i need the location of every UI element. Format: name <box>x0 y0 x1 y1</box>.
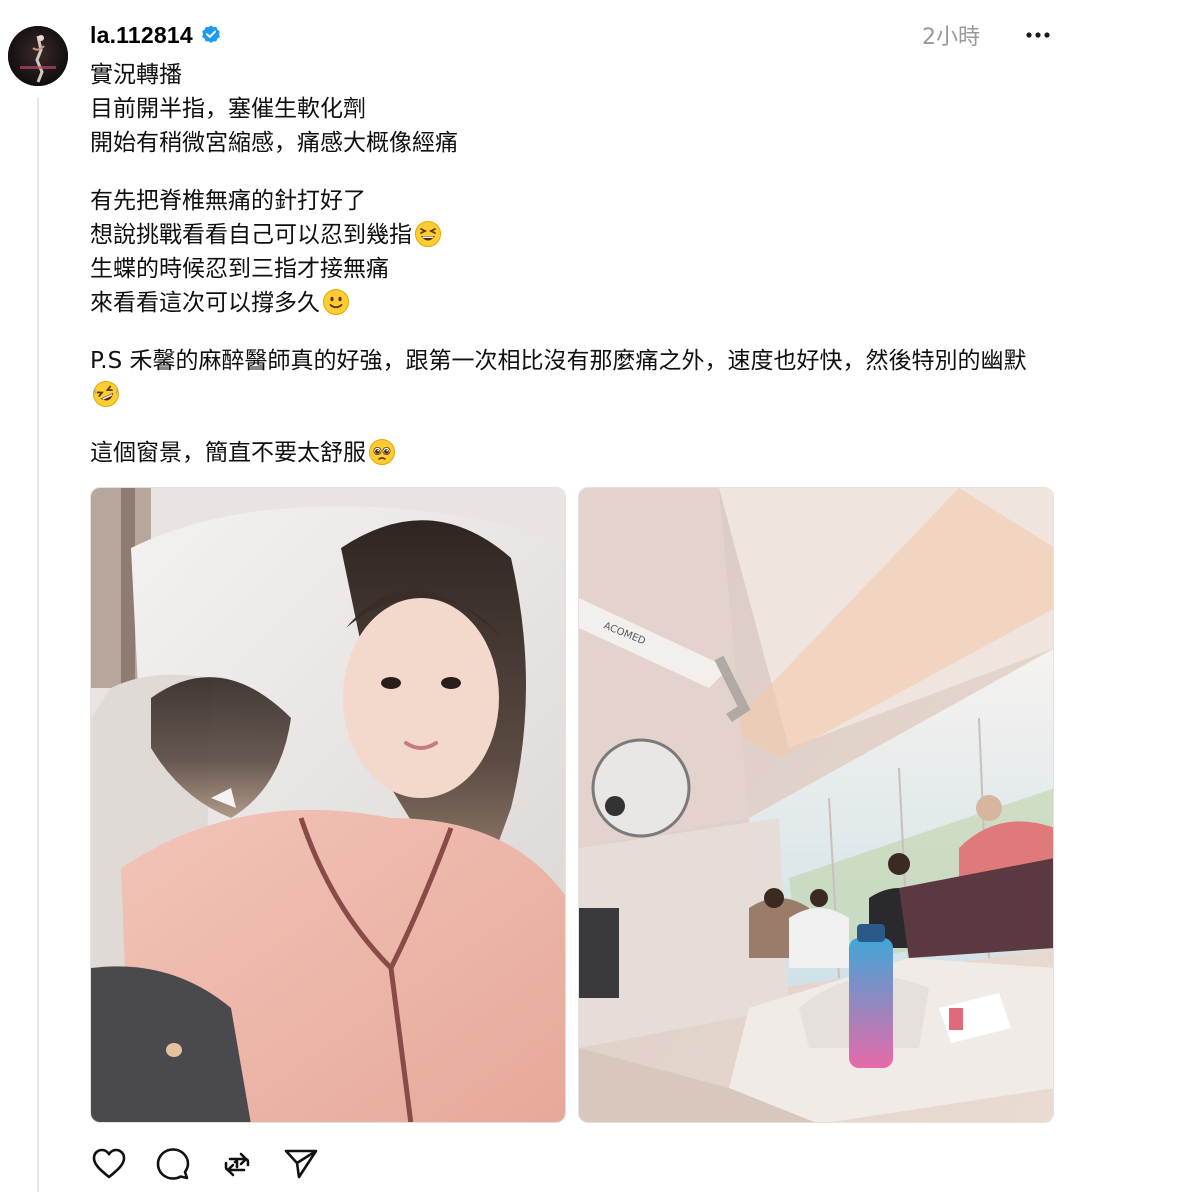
paragraph-3: P.S 禾馨的麻醉醫師真的好強，跟第一次相比沒有那麼痛之外，速度也好快，然後特別… <box>90 344 1050 412</box>
verified-badge-icon <box>200 24 222 46</box>
thread-line <box>37 98 39 1192</box>
slightly-smiling-face-icon <box>322 288 350 316</box>
text-line: P.S 禾馨的麻醉醫師真的好強，跟第一次相比沒有那麼痛之外，速度也好快，然後特別… <box>90 348 1027 374</box>
more-options-icon[interactable] <box>1020 20 1056 50</box>
pleading-face-icon <box>368 438 396 466</box>
text-line: 開始有稍微宮縮感，痛感大概像經痛 <box>90 130 458 156</box>
photo-selfie[interactable] <box>90 487 566 1123</box>
grinning-squinting-face-icon <box>414 220 442 248</box>
avatar[interactable] <box>8 26 68 86</box>
text-line: 有先把脊椎無痛的針打好了 <box>90 188 366 214</box>
text-line: 這個窗景，簡直不要太舒服 <box>90 440 366 466</box>
paragraph-2: 有先把脊椎無痛的針打好了 想說挑戰看看自己可以忍到幾指 生蝶的時候忍到三指才接無… <box>90 184 1050 320</box>
text-line-with-emoji: P.S 禾馨的麻醉醫師真的好強，跟第一次相比沒有那麼痛之外，速度也好快，然後特別… <box>90 344 1050 412</box>
text-line: 生蝶的時候忍到三指才接無痛 <box>90 256 389 282</box>
repost-icon[interactable] <box>218 1145 256 1183</box>
photo-carousel: ACOMED <box>90 487 1056 1123</box>
text-line: 目前開半指，塞催生軟化劑 <box>90 96 366 122</box>
text-line: 想說挑戰看看自己可以忍到幾指 <box>90 222 412 248</box>
text-line-with-emoji: 想說挑戰看看自己可以忍到幾指 <box>90 218 1050 252</box>
post-timestamp[interactable]: 2小時 <box>922 19 980 51</box>
text-line: 來看看這次可以撐多久 <box>90 290 320 316</box>
photo-window-view[interactable]: ACOMED <box>578 487 1054 1123</box>
username[interactable]: la.112814 <box>90 22 193 49</box>
post-actions <box>90 1144 320 1184</box>
text-line-with-emoji: 來看看這次可以撐多久 <box>90 286 1050 320</box>
post-body: 實況轉播 目前開半指，塞催生軟化劑 開始有稍微宮縮感，痛感大概像經痛 有先把脊椎… <box>90 58 1050 494</box>
text-line: 實況轉播 <box>90 62 182 88</box>
post-header: la.112814 2小時 <box>90 18 1060 52</box>
comment-icon[interactable] <box>154 1145 192 1183</box>
like-icon[interactable] <box>90 1145 128 1183</box>
text-line-with-emoji: 這個窗景，簡直不要太舒服 <box>90 436 1050 470</box>
paragraph-4: 這個窗景，簡直不要太舒服 <box>90 436 1050 470</box>
paragraph-1: 實況轉播 目前開半指，塞催生軟化劑 開始有稍微宮縮感，痛感大概像經痛 <box>90 58 1050 160</box>
share-icon[interactable] <box>282 1145 320 1183</box>
rolling-on-floor-laughing-icon <box>92 380 120 408</box>
